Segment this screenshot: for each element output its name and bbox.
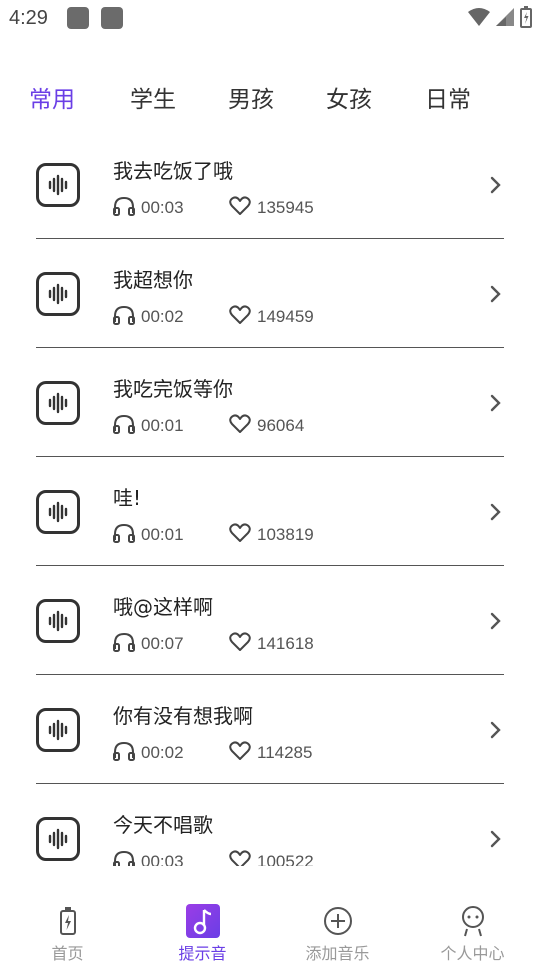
sound-wave-icon xyxy=(36,381,80,425)
battery-status-icon xyxy=(520,6,532,28)
chevron-right-icon[interactable] xyxy=(490,176,502,198)
ringtone-duration: 00:03 xyxy=(141,852,184,866)
chevron-right-icon[interactable] xyxy=(490,830,502,852)
headphones-icon xyxy=(113,305,135,330)
ringtone-duration: 00:07 xyxy=(141,634,184,653)
tab-daily[interactable]: 日常 xyxy=(425,80,471,114)
chevron-right-icon[interactable] xyxy=(490,612,502,634)
nav-label: 添加音乐 xyxy=(305,944,370,963)
person-icon xyxy=(456,904,490,938)
ringtone-title: 你有没有想我啊 xyxy=(113,704,253,728)
bottom-nav: 首页 提示音 添加音乐 个人中心 xyxy=(0,888,540,963)
sound-wave-icon xyxy=(36,490,80,534)
chevron-right-icon[interactable] xyxy=(490,721,502,743)
nav-label: 提示音 xyxy=(178,944,227,963)
ringtone-meta: 00:01 96064 xyxy=(113,413,305,439)
ringtone-likes: 141618 xyxy=(257,634,314,653)
ringtone-meta: 00:02 114285 xyxy=(113,740,313,766)
status-icons xyxy=(468,6,532,28)
battery-icon xyxy=(51,904,85,938)
ringtone-likes: 96064 xyxy=(257,416,305,435)
tab-girls[interactable]: 女孩 xyxy=(326,80,372,114)
nav-add-music[interactable]: 添加音乐 xyxy=(270,888,405,963)
sound-wave-icon xyxy=(36,708,80,752)
nav-label: 首页 xyxy=(51,944,84,963)
ringtone-likes: 135945 xyxy=(257,198,314,217)
ringtone-row[interactable]: 我去吃饭了哦 00:03 135945 xyxy=(0,130,540,239)
nav-profile[interactable]: 个人中心 xyxy=(405,888,540,963)
ringtone-title: 今天不唱歌 xyxy=(113,813,213,837)
ringtone-meta: 00:01 103819 xyxy=(113,522,314,548)
ringtone-row[interactable]: 我吃完饭等你 00:01 96064 xyxy=(0,348,540,457)
ringtone-likes: 149459 xyxy=(257,307,314,326)
ringtone-row[interactable]: 我超想你 00:02 149459 xyxy=(0,239,540,348)
sound-wave-icon xyxy=(36,599,80,643)
ringtone-title: 我吃完饭等你 xyxy=(113,377,233,401)
ringtone-meta: 00:07 141618 xyxy=(113,631,314,657)
notification-icon xyxy=(101,7,123,29)
chevron-right-icon[interactable] xyxy=(490,394,502,416)
ringtone-meta: 00:03 135945 xyxy=(113,195,314,221)
tab-common[interactable]: 常用 xyxy=(29,80,75,114)
add-circle-icon xyxy=(321,904,355,938)
nav-label: 个人中心 xyxy=(440,944,505,963)
ringtone-title: 我去吃饭了哦 xyxy=(113,159,233,183)
headphones-icon xyxy=(113,523,135,548)
ringtone-duration: 00:01 xyxy=(141,525,184,544)
heart-icon[interactable] xyxy=(229,195,251,221)
headphones-icon xyxy=(113,414,135,439)
wifi-icon xyxy=(468,8,490,26)
tab-boys[interactable]: 男孩 xyxy=(228,80,274,114)
heart-icon[interactable] xyxy=(229,522,251,548)
ringtone-title: 哦@这样啊 xyxy=(113,595,213,619)
sound-wave-icon xyxy=(36,817,80,861)
heart-icon[interactable] xyxy=(229,631,251,657)
status-time: 4:29 xyxy=(9,7,48,29)
heart-icon[interactable] xyxy=(229,413,251,439)
ringtone-likes: 114285 xyxy=(257,743,313,762)
ringtone-duration: 00:03 xyxy=(141,198,184,217)
signal-icon xyxy=(496,8,514,26)
music-note-icon xyxy=(185,904,220,938)
chevron-right-icon[interactable] xyxy=(490,285,502,307)
status-bar: 4:29 xyxy=(0,0,540,40)
sound-wave-icon xyxy=(36,272,80,316)
ringtone-row[interactable]: 你有没有想我啊 00:02 114285 xyxy=(0,675,540,784)
ringtone-likes: 100522 xyxy=(257,852,314,866)
ringtone-duration: 00:01 xyxy=(141,416,184,435)
ringtone-duration: 00:02 xyxy=(141,743,184,762)
notification-icon xyxy=(67,7,89,29)
ringtone-title: 我超想你 xyxy=(113,268,193,292)
ringtone-row[interactable]: 哦@这样啊 00:07 141618 xyxy=(0,566,540,675)
ringtone-meta: 00:02 149459 xyxy=(113,304,314,330)
heart-icon[interactable] xyxy=(229,740,251,766)
ringtone-duration: 00:02 xyxy=(141,307,184,326)
ringtone-row[interactable]: 今天不唱歌 00:03 100522 xyxy=(0,784,540,866)
headphones-icon xyxy=(113,632,135,657)
heart-icon[interactable] xyxy=(229,849,251,866)
nav-home[interactable]: 首页 xyxy=(0,888,135,963)
heart-icon[interactable] xyxy=(229,304,251,330)
ringtone-likes: 103819 xyxy=(257,525,314,544)
ringtone-row[interactable]: 哇! 00:01 103819 xyxy=(0,457,540,566)
sound-wave-icon xyxy=(36,163,80,207)
ringtone-list: 我去吃饭了哦 00:03 135945 我超想你 00:02 149459 我吃完饭等你 00… xyxy=(0,130,540,866)
ringtone-meta: 00:03 100522 xyxy=(113,849,314,866)
chevron-right-icon[interactable] xyxy=(490,503,502,525)
headphones-icon xyxy=(113,850,135,866)
category-tabs: 常用 学生 男孩 女孩 日常 xyxy=(0,80,540,120)
ringtone-title: 哇! xyxy=(113,486,142,510)
headphones-icon xyxy=(113,741,135,766)
nav-ringtones[interactable]: 提示音 xyxy=(135,888,270,963)
tab-students[interactable]: 学生 xyxy=(130,80,176,114)
headphones-icon xyxy=(113,196,135,221)
